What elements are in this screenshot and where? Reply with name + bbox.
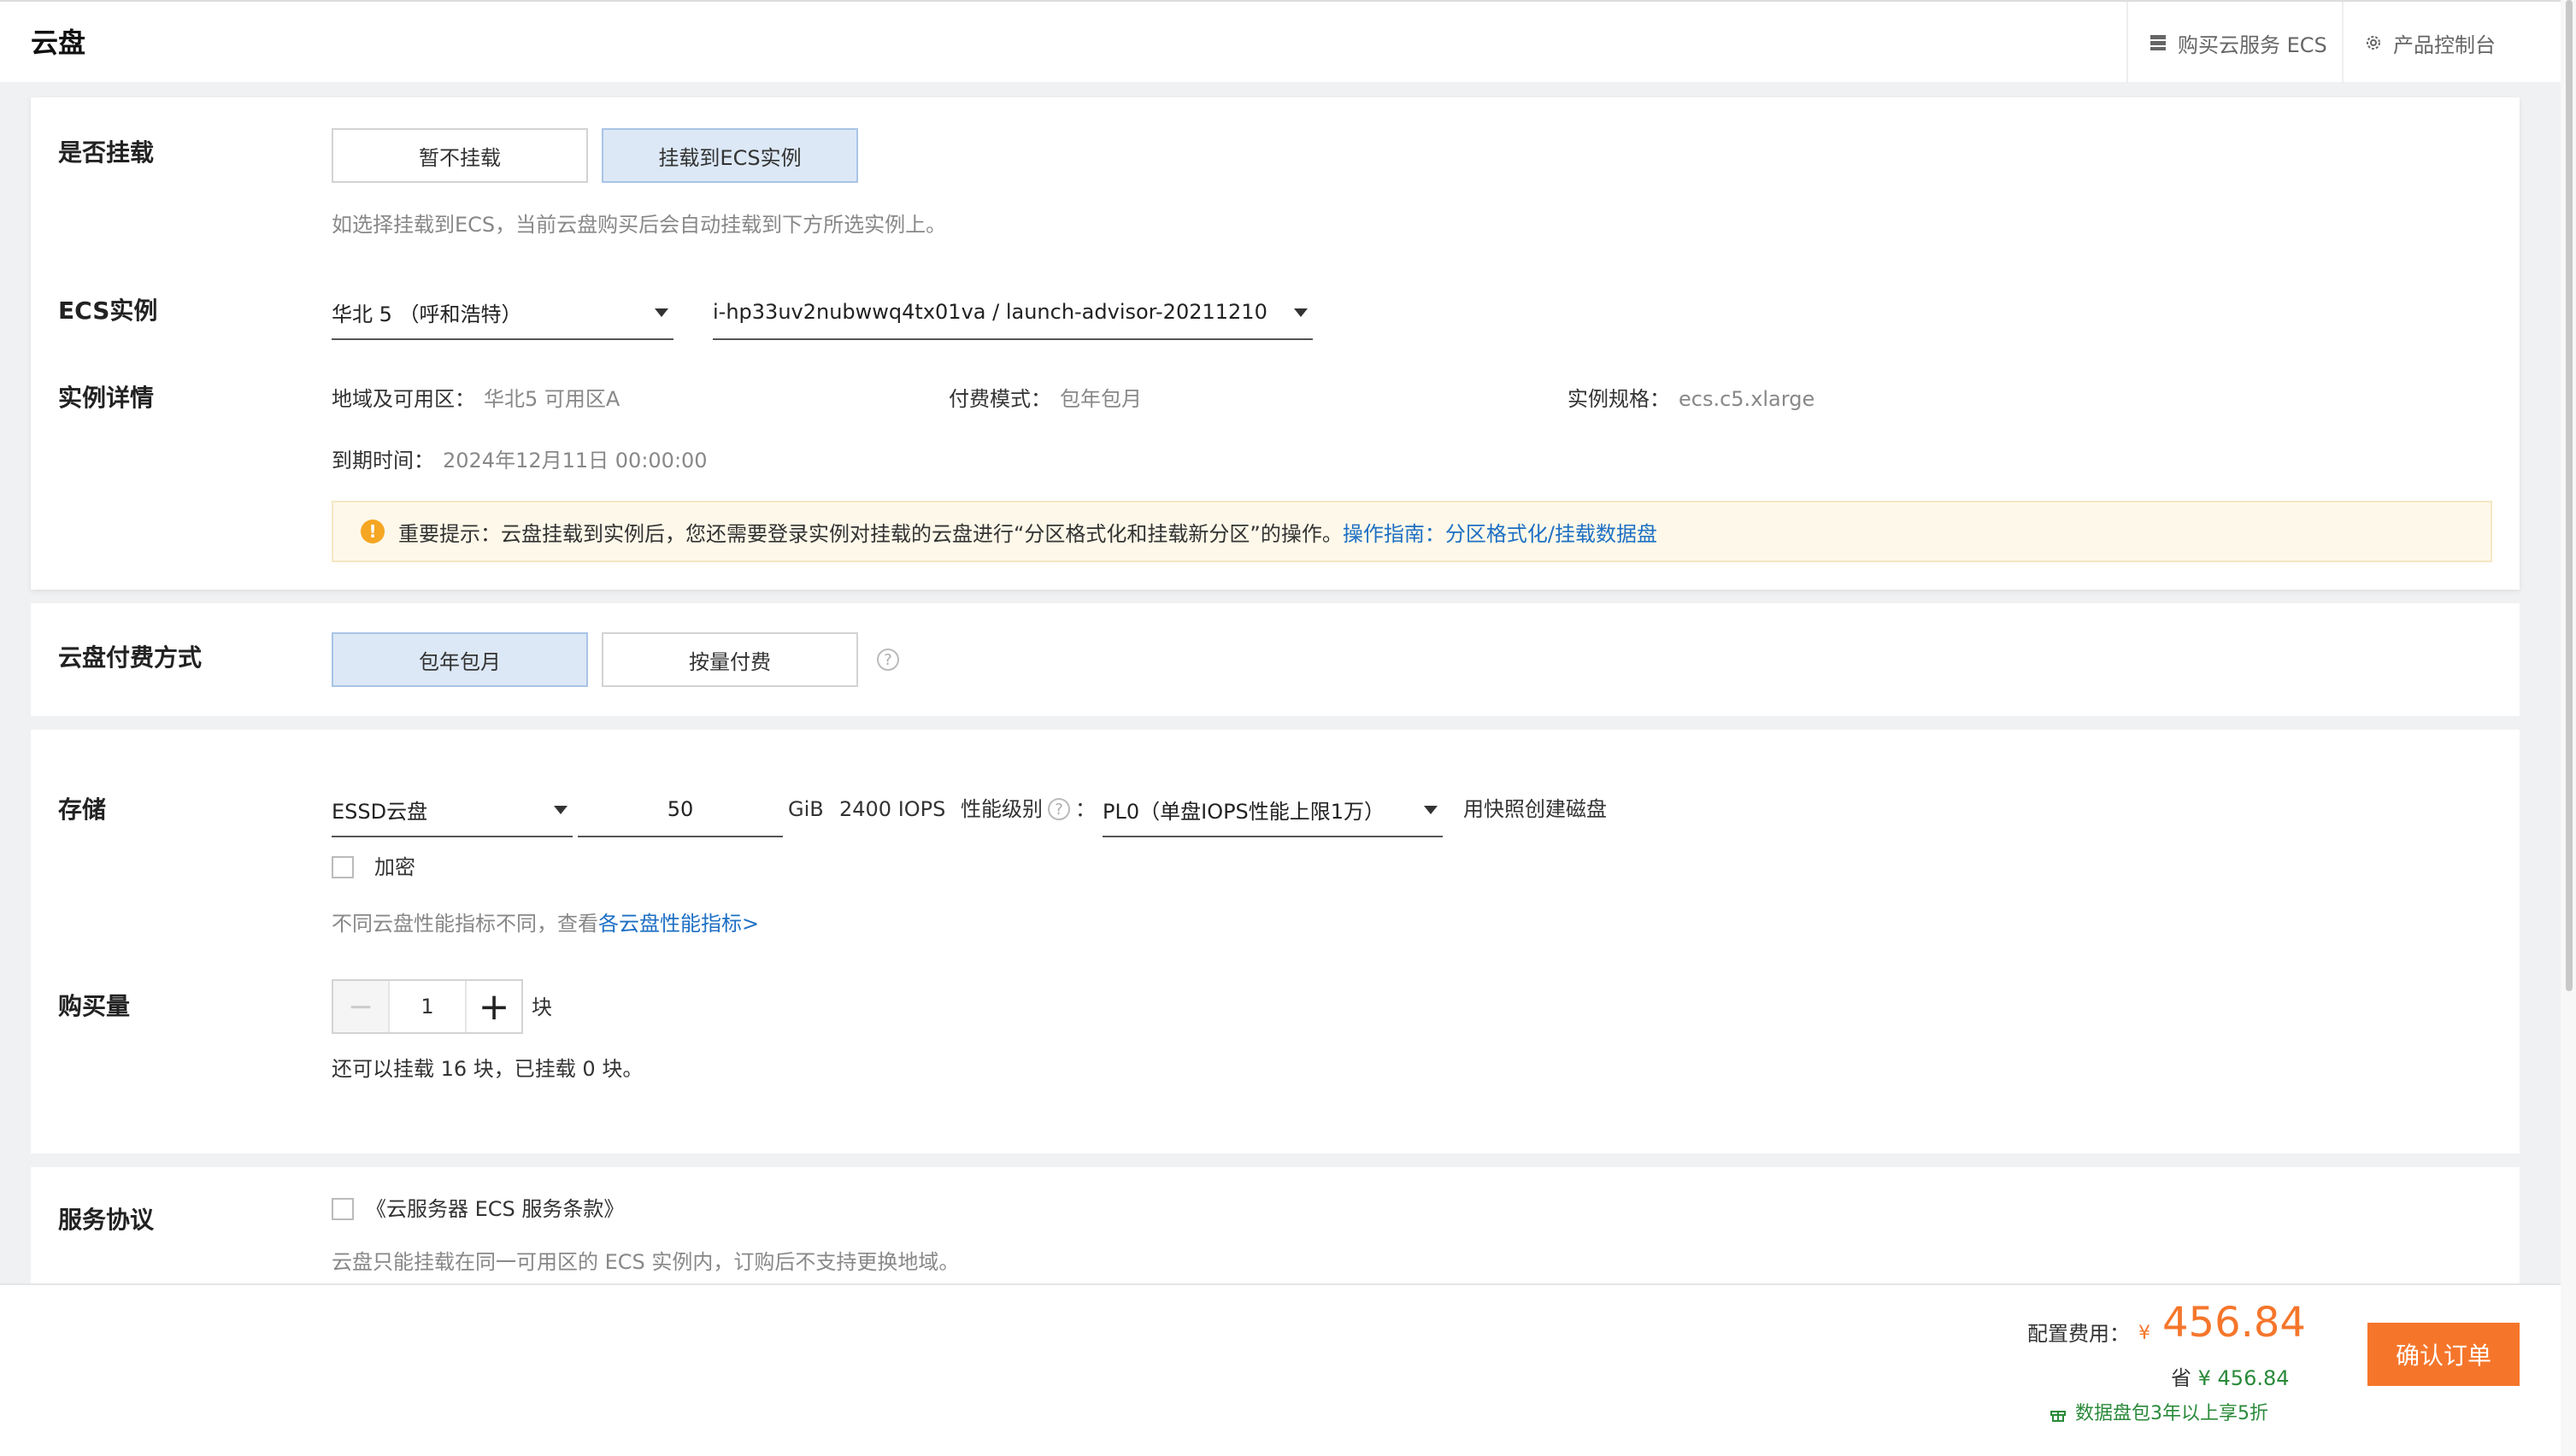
spec-value: ecs.c5.xlarge	[1679, 387, 1815, 411]
help-icon[interactable]: ?	[1048, 798, 1070, 820]
detail-billing: 付费模式： 包年包月	[949, 385, 1142, 414]
console-button[interactable]: 产品控制台	[2342, 2, 2530, 84]
performance-hint: 不同云盘性能指标不同，查看各云盘性能指标>	[332, 909, 759, 938]
instance-select[interactable]: i-hp33uv2nubwwq4tx01va / launch-advisor-…	[713, 285, 1313, 340]
performance-level-value: PL0（单盘IOPS性能上限1万）	[1103, 799, 1385, 824]
ecs-label: ECS实例	[58, 296, 158, 325]
mount-option-ecs[interactable]: 挂载到ECS实例	[602, 128, 858, 183]
iops-value: 2400 IOPS	[839, 797, 946, 821]
storage-label: 存储	[58, 796, 107, 824]
performance-label: 性能级别	[961, 797, 1043, 821]
top-bar: 云盘 购买云服务 ECS 产品控制台	[0, 0, 2561, 84]
help-icon[interactable]: ?	[877, 649, 899, 671]
increment-button[interactable]: +	[465, 981, 521, 1032]
mount-section: 是否挂载 暂不挂载 挂载到ECS实例 如选择挂载到ECS，当前云盘购买后会自动挂…	[31, 97, 2520, 590]
quantity-hint: 还可以挂载 16 块，已挂载 0 块。	[332, 1057, 644, 1081]
chevron-down-icon	[655, 308, 668, 317]
savings-label: 省	[2171, 1366, 2191, 1390]
agreement-section: 服务协议 《云服务器 ECS 服务条款》 云盘只能挂载在同一可用区的 ECS 实…	[31, 1167, 2520, 1285]
ecs-terms-link[interactable]: 《云服务器 ECS 服务条款》	[366, 1195, 624, 1224]
quantity-unit: 块	[532, 995, 552, 1019]
chevron-down-icon	[1294, 308, 1308, 317]
agreement-hint: 云盘只能挂载在同一可用区的 ECS 实例内，订购后不支持更换地域。	[332, 1250, 960, 1274]
billing-value: 包年包月	[1060, 387, 1142, 411]
savings-amount: ¥ 456.84	[2197, 1366, 2290, 1390]
create-from-snapshot-link[interactable]: 用快照创建磁盘	[1463, 795, 1607, 824]
billing-key: 付费模式：	[949, 387, 1051, 411]
mount-option-none[interactable]: 暂不挂载	[332, 128, 588, 183]
savings: 省 ¥ 456.84	[2171, 1364, 2290, 1393]
zone-key: 地域及可用区：	[332, 387, 475, 411]
quantity-label: 购买量	[58, 992, 131, 1020]
agreement-label: 服务协议	[58, 1206, 155, 1234]
chevron-down-icon	[554, 806, 568, 814]
payment-label: 云盘付费方式	[58, 643, 203, 672]
expire-key: 到期时间：	[332, 449, 434, 473]
spec-key: 实例规格：	[1567, 387, 1670, 411]
promo-text: 数据盘包3年以上享5折	[2075, 1403, 2268, 1424]
promo: 数据盘包3年以上享5折	[2050, 1400, 2268, 1429]
quantity-value[interactable]: 1	[390, 981, 465, 1032]
disk-size-unit: GiB	[788, 797, 824, 821]
warning-icon: !	[361, 520, 385, 543]
buy-ecs-button[interactable]: 购买云服务 ECS	[2126, 2, 2340, 84]
performance-level-select[interactable]: PL0（单盘IOPS性能上限1万）	[1103, 783, 1443, 837]
fee-label: 配置费用：	[2027, 1322, 2130, 1346]
detail-spec: 实例规格： ecs.c5.xlarge	[1567, 385, 1814, 414]
storage-section: 存储 ESSD云盘 50 GiB 2400 IOPS 性能级别 ? ： PL0（…	[31, 730, 2520, 1154]
instance-value: i-hp33uv2nubwwq4tx01va / launch-advisor-…	[713, 300, 1267, 324]
scrollbar[interactable]	[2561, 0, 2576, 1456]
encrypt-checkbox[interactable]	[332, 856, 354, 878]
decrement-button[interactable]: −	[333, 981, 390, 1032]
mount-hint: 如选择挂载到ECS，当前云盘购买后会自动挂载到下方所选实例上。	[332, 213, 947, 237]
payment-section: 云盘付费方式 包年包月 按量付费 ?	[31, 603, 2520, 716]
fee-amount: 456.84	[2162, 1299, 2306, 1347]
encrypt-label: 加密	[374, 855, 415, 879]
notice-text: 重要提示：云盘挂载到实例后，您还需要登录实例对挂载的云盘进行“分区格式化和挂载新…	[398, 521, 1343, 546]
fee-currency: ¥	[2138, 1323, 2150, 1344]
gift-icon	[2050, 1411, 2066, 1422]
expire-value: 2024年12月11日 00:00:00	[443, 449, 708, 473]
notice-guide-link[interactable]: 操作指南：分区格式化/挂载数据盘	[1343, 517, 1657, 547]
important-notice: ! 重要提示：云盘挂载到实例后，您还需要登录实例对挂载的云盘进行“分区格式化和挂…	[332, 501, 2492, 562]
performance-colon: ：	[1075, 797, 1096, 821]
chevron-down-icon	[1424, 806, 1438, 814]
quantity-stepper[interactable]: − 1 +	[332, 979, 523, 1034]
region-select[interactable]: 华北 5 （呼和浩特）	[332, 285, 673, 340]
details-label: 实例详情	[58, 384, 155, 412]
agreement-checkbox[interactable]	[332, 1198, 354, 1220]
zone-value: 华北5 可用区A	[484, 387, 620, 411]
page-title: 云盘	[31, 26, 86, 59]
order-footer: 配置费用： ¥ 456.84 省 ¥ 456.84 数据盘包3年以上享5折 确认…	[0, 1283, 2561, 1456]
mount-label: 是否挂载	[58, 138, 155, 167]
detail-expire: 到期时间： 2024年12月11日 00:00:00	[332, 446, 708, 475]
payment-option-payg[interactable]: 按量付费	[602, 632, 858, 687]
performance-hint-text: 不同云盘性能指标不同，查看	[332, 912, 598, 936]
disk-type-select[interactable]: ESSD云盘	[332, 783, 573, 837]
console-label: 产品控制台	[2393, 32, 2496, 57]
region-value: 华北 5 （呼和浩特）	[332, 302, 522, 326]
detail-zone: 地域及可用区： 华北5 可用区A	[332, 385, 620, 414]
performance-metrics-link[interactable]: 各云盘性能指标>	[598, 912, 759, 936]
buy-ecs-label: 购买云服务 ECS	[2178, 32, 2327, 57]
scrollbar-thumb[interactable]	[2566, 0, 2573, 991]
confirm-order-button[interactable]: 确认订单	[2367, 1323, 2520, 1386]
disk-size-input[interactable]: 50	[578, 783, 783, 837]
server-icon	[2150, 35, 2166, 50]
gear-icon	[2367, 36, 2380, 50]
disk-type-value: ESSD云盘	[332, 799, 428, 824]
payment-option-subscription[interactable]: 包年包月	[332, 632, 588, 687]
